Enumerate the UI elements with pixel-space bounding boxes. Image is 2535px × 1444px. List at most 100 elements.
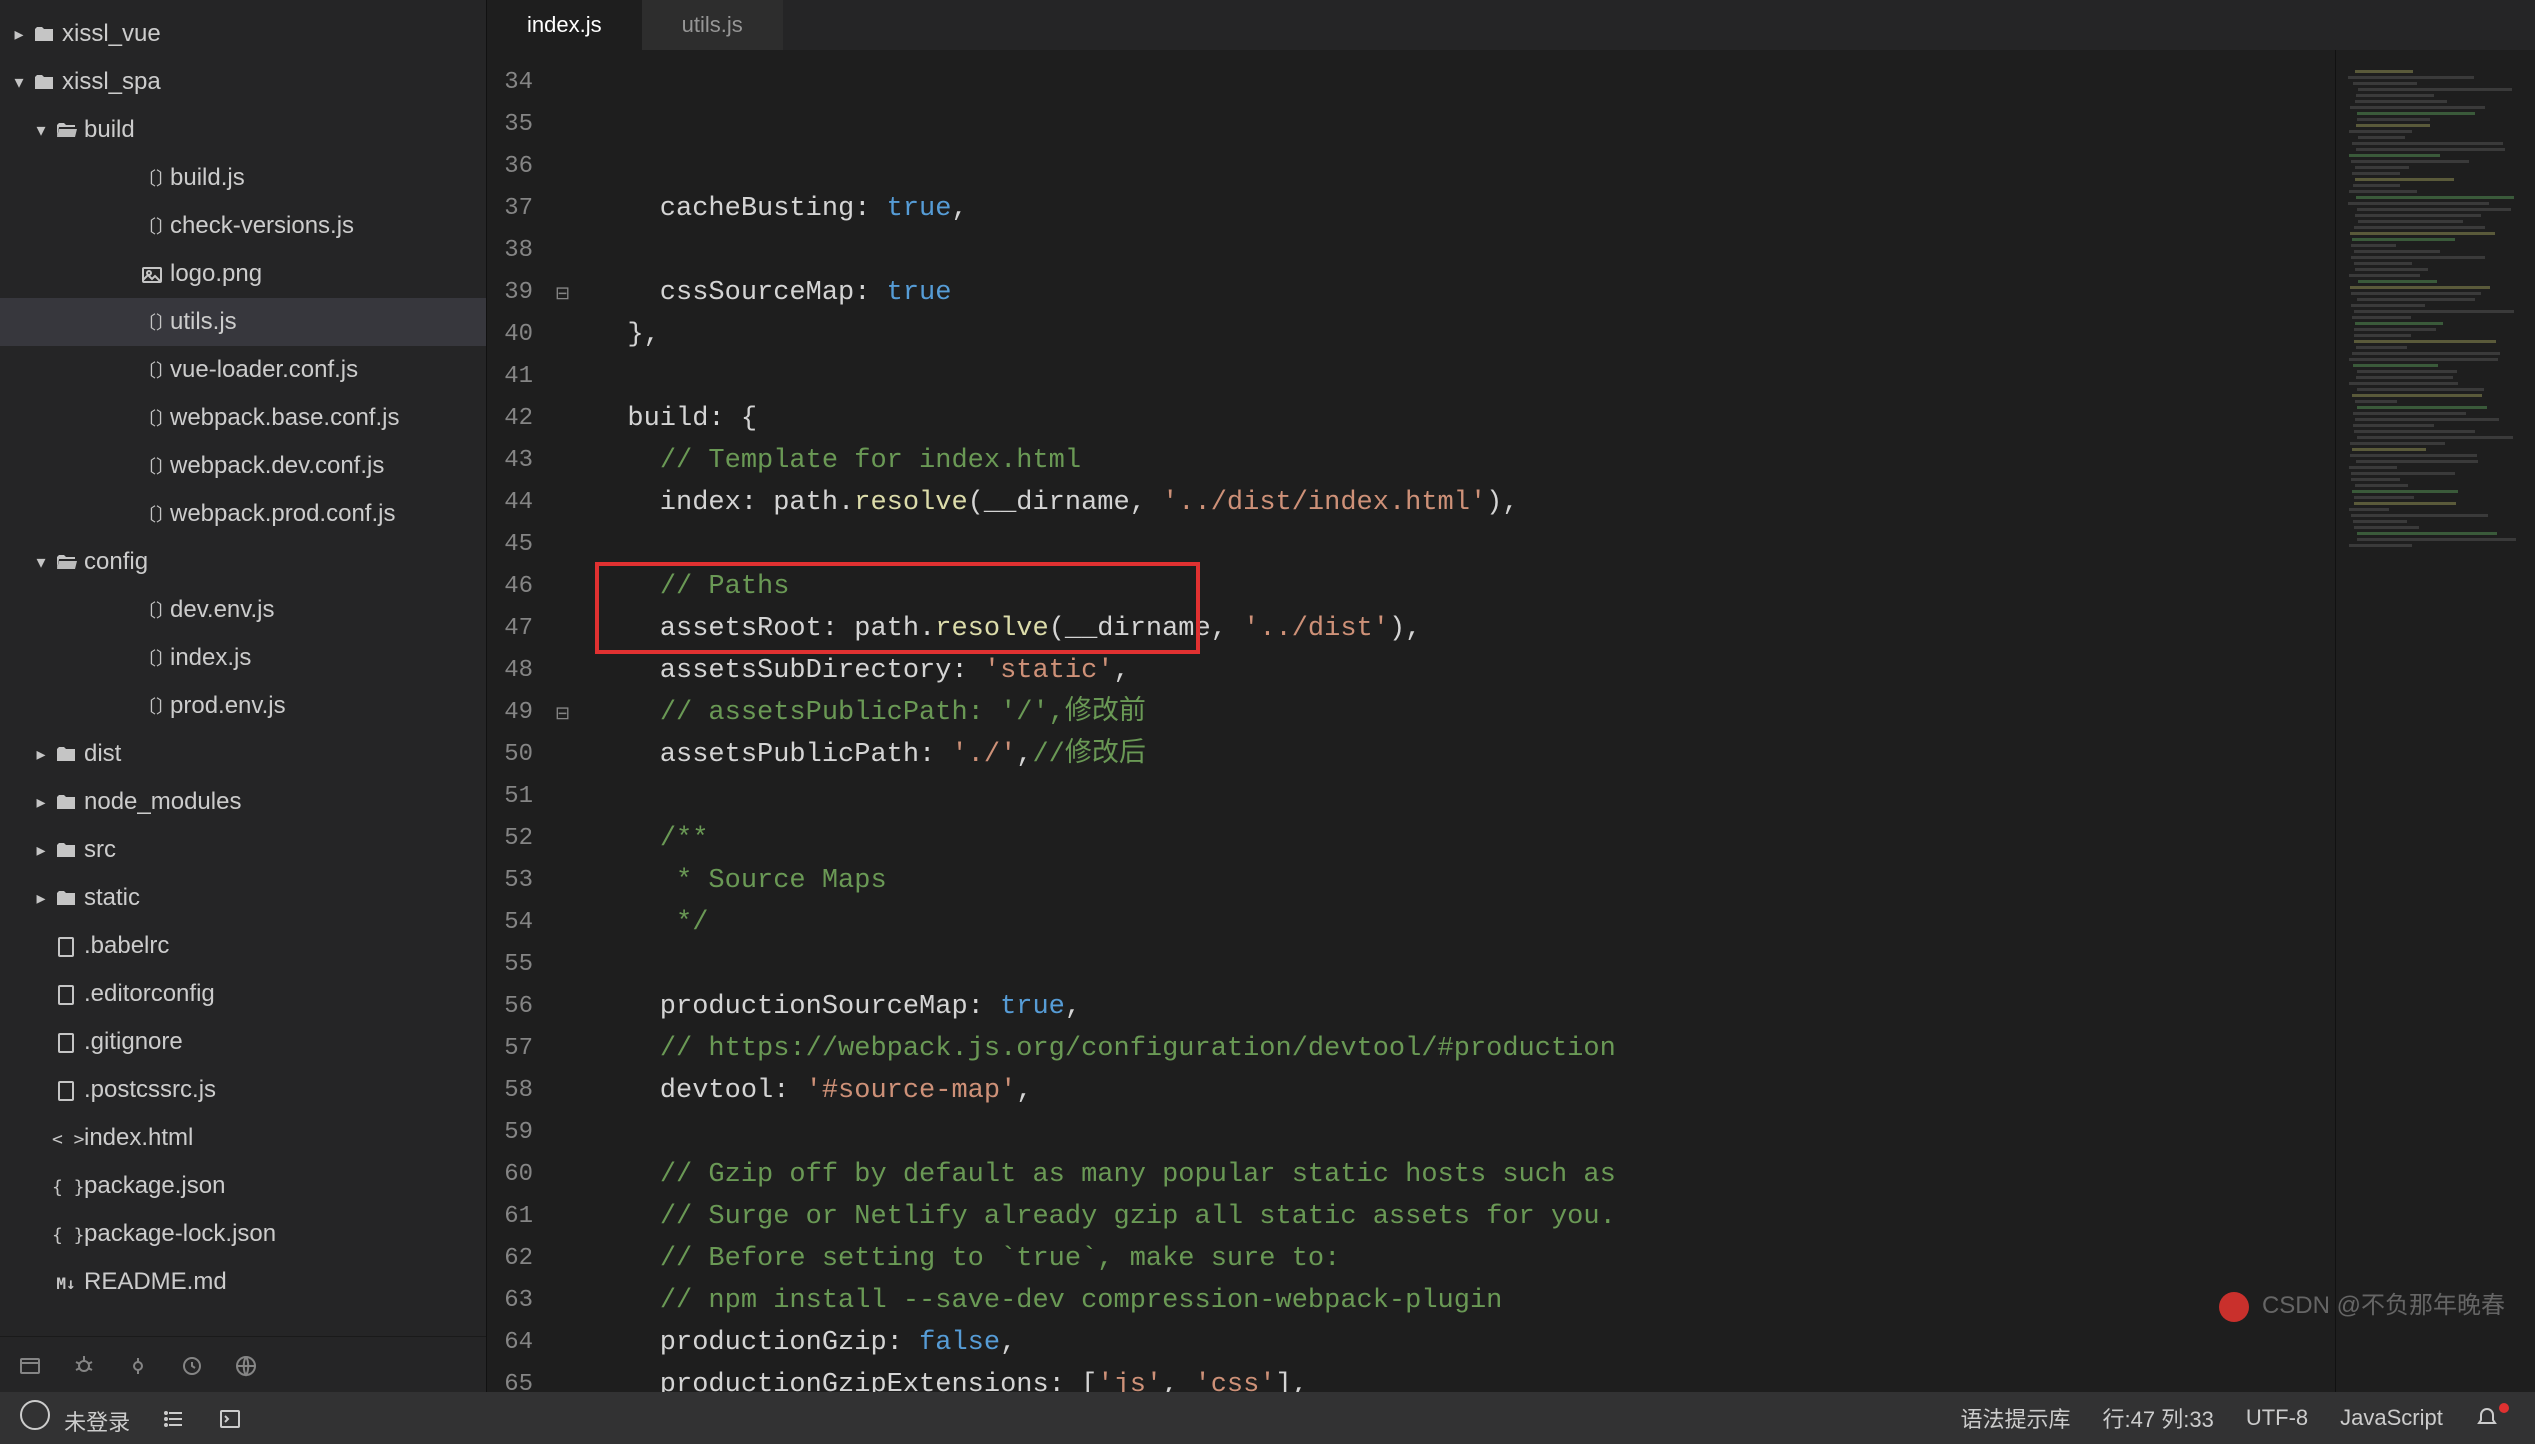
tree-item[interactable]: .editorconfig	[0, 970, 486, 1018]
tree-item[interactable]: .gitignore	[0, 1018, 486, 1066]
encoding[interactable]: UTF-8	[2246, 1405, 2308, 1431]
js-icon: 〔〕	[138, 500, 166, 528]
code-line[interactable]: cssSourceMap: true	[577, 272, 2335, 314]
terminal-icon[interactable]	[218, 1405, 242, 1431]
tree-item-label: dist	[80, 740, 121, 768]
tree-item[interactable]: 〔〕dev.env.js	[0, 586, 486, 634]
chevron-icon[interactable]: ▸	[30, 888, 52, 909]
sync-icon[interactable]	[180, 1349, 204, 1380]
list-icon[interactable]	[162, 1405, 186, 1431]
line-number: 43	[487, 440, 555, 482]
chevron-icon[interactable]: ▾	[8, 72, 30, 93]
tree-item[interactable]: 〔〕utils.js	[0, 298, 486, 346]
editor-tab[interactable]: index.js	[487, 0, 642, 50]
tree-item[interactable]: { }package-lock.json	[0, 1210, 486, 1258]
chevron-icon[interactable]: ▸	[30, 840, 52, 861]
fold-column[interactable]: ⊟⊟	[555, 50, 577, 1392]
code-line[interactable]: devtool: '#source-map',	[577, 1070, 2335, 1112]
chevron-icon[interactable]: ▸	[8, 24, 30, 45]
bug-icon[interactable]	[72, 1349, 96, 1380]
tree-item-label: dev.env.js	[166, 596, 275, 624]
minimap-line	[2349, 154, 2440, 157]
code-line[interactable]	[577, 356, 2335, 398]
sidebar-bottom-toolbar	[0, 1336, 486, 1392]
js-icon: 〔〕	[138, 452, 166, 480]
browser-icon[interactable]	[234, 1349, 258, 1380]
file-tree[interactable]: ▸xissl_vue▾xissl_spa▾build〔〕build.js〔〕ch…	[0, 0, 486, 1336]
code-line[interactable]	[577, 1112, 2335, 1154]
code-line[interactable]: // Before setting to `true`, make sure t…	[577, 1238, 2335, 1280]
code-line[interactable]: assetsPublicPath: './',//修改后	[577, 734, 2335, 776]
editor-tab[interactable]: utils.js	[642, 0, 783, 50]
fold-marker	[555, 1070, 577, 1112]
code-line[interactable]: productionSourceMap: true,	[577, 986, 2335, 1028]
code-line[interactable]: // assetsPublicPath: '/',修改前	[577, 692, 2335, 734]
fold-marker[interactable]: ⊟	[555, 272, 577, 314]
code-line[interactable]: assetsSubDirectory: 'static',	[577, 650, 2335, 692]
code-line[interactable]: productionGzip: false,	[577, 1322, 2335, 1364]
tree-item[interactable]: { }package.json	[0, 1162, 486, 1210]
tree-item[interactable]: ▾config	[0, 538, 486, 586]
code-line[interactable]: cacheBusting: true,	[577, 188, 2335, 230]
code-line[interactable]	[577, 776, 2335, 818]
notifications-icon[interactable]	[2475, 1405, 2515, 1431]
tree-item[interactable]: 〔〕webpack.prod.conf.js	[0, 490, 486, 538]
tree-item[interactable]: ▾build	[0, 106, 486, 154]
code-line[interactable]	[577, 230, 2335, 272]
code-line[interactable]: /**	[577, 818, 2335, 860]
code-line[interactable]: */	[577, 902, 2335, 944]
tree-item[interactable]: 〔〕build.js	[0, 154, 486, 202]
code-line[interactable]	[577, 524, 2335, 566]
tree-item[interactable]: ▾xissl_spa	[0, 58, 486, 106]
tree-item[interactable]: ▸node_modules	[0, 778, 486, 826]
chevron-icon[interactable]: ▸	[30, 792, 52, 813]
cursor-position[interactable]: 行:47 列:33	[2103, 1402, 2214, 1434]
code-line[interactable]: // npm install --save-dev compression-we…	[577, 1280, 2335, 1322]
tree-item[interactable]: 〔〕webpack.base.conf.js	[0, 394, 486, 442]
code-line[interactable]: index: path.resolve(__dirname, '../dist/…	[577, 482, 2335, 524]
tree-item[interactable]: .postcssrc.js	[0, 1066, 486, 1114]
code-line[interactable]	[577, 944, 2335, 986]
tree-item[interactable]: 〔〕webpack.dev.conf.js	[0, 442, 486, 490]
login-status[interactable]: 未登录	[20, 1400, 130, 1437]
tree-item[interactable]: .babelrc	[0, 922, 486, 970]
code-line[interactable]: // Surge or Netlify already gzip all sta…	[577, 1196, 2335, 1238]
minimap-line	[2354, 430, 2475, 433]
tree-item[interactable]: logo.png	[0, 250, 486, 298]
explorer-icon[interactable]	[18, 1349, 42, 1380]
tree-item[interactable]: M↓README.md	[0, 1258, 486, 1306]
js-icon: 〔〕	[138, 308, 166, 336]
tree-item[interactable]: 〔〕prod.env.js	[0, 682, 486, 730]
debug-icon[interactable]	[126, 1349, 150, 1380]
code-line[interactable]: // Paths	[577, 566, 2335, 608]
code-line[interactable]: },	[577, 314, 2335, 356]
tree-item[interactable]: ▸static	[0, 874, 486, 922]
line-number: 51	[487, 776, 555, 818]
fold-marker	[555, 734, 577, 776]
code-content[interactable]: cacheBusting: true, cssSourceMap: true }…	[577, 50, 2335, 1392]
chevron-icon[interactable]: ▾	[30, 552, 52, 573]
tree-item-label: index.js	[166, 644, 251, 672]
code-line[interactable]: // Template for index.html	[577, 440, 2335, 482]
code-line[interactable]: // Gzip off by default as many popular s…	[577, 1154, 2335, 1196]
tree-item[interactable]: 〔〕check-versions.js	[0, 202, 486, 250]
fold-marker[interactable]: ⊟	[555, 692, 577, 734]
tree-item[interactable]: 〔〕vue-loader.conf.js	[0, 346, 486, 394]
tree-item[interactable]: ▸src	[0, 826, 486, 874]
minimap-line	[2357, 406, 2488, 409]
editor-tabs[interactable]: index.jsutils.js	[487, 0, 2535, 50]
chevron-icon[interactable]: ▸	[30, 744, 52, 765]
tree-item[interactable]: < >index.html	[0, 1114, 486, 1162]
code-line[interactable]: // https://webpack.js.org/configuration/…	[577, 1028, 2335, 1070]
minimap[interactable]	[2335, 50, 2535, 1392]
chevron-icon[interactable]: ▾	[30, 120, 52, 141]
tree-item[interactable]: ▸ dist	[0, 730, 486, 778]
syntax-hint[interactable]: 语法提示库	[1961, 1402, 2071, 1434]
code-line[interactable]: productionGzipExtensions: ['js', 'css'],	[577, 1364, 2335, 1392]
code-line[interactable]: build: {	[577, 398, 2335, 440]
tree-item[interactable]: 〔〕index.js	[0, 634, 486, 682]
tree-item[interactable]: ▸xissl_vue	[0, 10, 486, 58]
language-mode[interactable]: JavaScript	[2340, 1405, 2443, 1431]
code-line[interactable]: assetsRoot: path.resolve(__dirname, '../…	[577, 608, 2335, 650]
code-line[interactable]: * Source Maps	[577, 860, 2335, 902]
